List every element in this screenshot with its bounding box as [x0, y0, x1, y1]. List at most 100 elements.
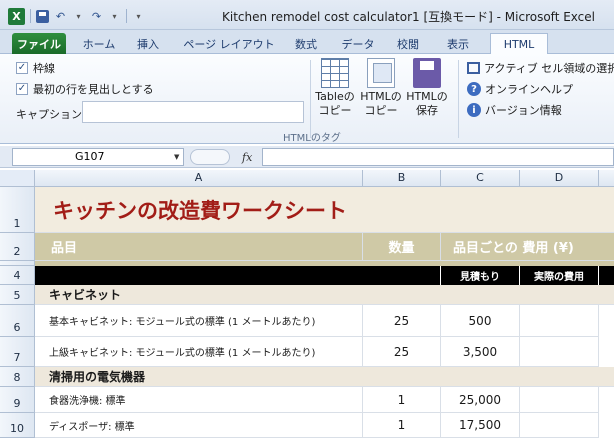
tab-data[interactable]: データ [336, 33, 380, 54]
formula-input[interactable] [262, 148, 614, 166]
excel-logo-icon[interactable]: X [8, 7, 25, 25]
redo-icon[interactable]: ↷ [90, 10, 103, 23]
select-all-corner[interactable] [0, 170, 35, 187]
table-icon [321, 58, 349, 88]
actual-cell[interactable] [520, 413, 599, 438]
item-cell[interactable]: 上級キャビネット: モジュール式の標準 (1 メートルあたり) [35, 337, 363, 367]
group-separator [310, 60, 311, 138]
tab-home[interactable]: ホーム [78, 33, 120, 54]
select-region-icon [467, 62, 480, 74]
subheader-estimate[interactable]: 見積もり [441, 266, 520, 285]
sheet-row-1: キッチンの改造費ワークシート [35, 187, 614, 233]
sheet-title[interactable]: キッチンの改造費ワークシート [35, 187, 614, 233]
ribbon-panel: ✓ 枠線 ✓ 最初の行を見出しとする キャプション : Tableの コピー H… [0, 54, 614, 144]
tab-view[interactable]: 表示 [440, 33, 476, 54]
formula-buttons: fx [186, 148, 258, 166]
select-active-region-label: アクティブ セル領域の選択 [484, 62, 614, 75]
actual-cell[interactable] [520, 305, 599, 337]
item-cell[interactable]: 基本キャビネット: モジュール式の標準 (1 メートルあたり) [35, 305, 363, 337]
customize-qat-icon[interactable]: ▾ [132, 10, 145, 23]
quantity-cell[interactable]: 1 [363, 387, 441, 413]
save-icon[interactable] [36, 9, 49, 23]
estimate-cell[interactable]: 500 [441, 305, 520, 337]
column-header-a[interactable]: A [35, 170, 363, 187]
formula-cancel-enter-oval[interactable] [190, 149, 230, 165]
actual-cell[interactable] [520, 387, 599, 413]
formula-bar: G107 ▼ fx [0, 146, 614, 168]
online-help-button[interactable]: ? オンラインヘルプ [467, 81, 573, 97]
header-item[interactable]: 品目 [35, 233, 363, 261]
blank-cell[interactable] [363, 266, 441, 285]
tab-file[interactable]: ファイル [12, 33, 66, 54]
version-info-label: バージョン情報 [485, 104, 562, 117]
copy-html-button[interactable]: HTMLの コピー [359, 58, 403, 118]
undo-icon[interactable]: ↶ [54, 10, 67, 23]
estimate-cell[interactable]: 3,500 [441, 337, 520, 367]
undo-dropdown-icon[interactable]: ▾ [72, 10, 85, 23]
sheet-row-5: キャビネット [35, 285, 614, 305]
row-header[interactable]: 2 [0, 233, 35, 261]
item-cell[interactable]: 食器洗浄機: 標準 [35, 387, 363, 413]
quantity-cell[interactable]: 1 [363, 413, 441, 438]
sheet-row-6: 基本キャビネット: モジュール式の標準 (1 メートルあたり) 25 500 [35, 305, 614, 337]
quantity-cell[interactable]: 25 [363, 337, 441, 367]
qat-separator [126, 9, 127, 23]
row-header[interactable]: 10 [0, 413, 35, 438]
column-header-d[interactable]: D [520, 170, 599, 187]
sheet-row-10: ディスポーザ: 標準 1 17,500 [35, 413, 614, 438]
copy-html-label-1: HTMLの [360, 90, 402, 103]
row-header[interactable]: 1 [0, 187, 35, 233]
save-html-label-1: HTMLの [406, 90, 448, 103]
first-row-header-label: 最初の行を見出しとする [33, 83, 154, 96]
row-header[interactable]: 4 [0, 266, 35, 285]
tab-insert[interactable]: 挿入 [130, 33, 166, 54]
row-header[interactable]: 8 [0, 367, 35, 387]
subheader-actual[interactable]: 実際の費用 [520, 266, 599, 285]
gridlines-checkbox-row[interactable]: ✓ 枠線 [16, 60, 55, 76]
gridlines-checkbox[interactable]: ✓ [16, 62, 28, 74]
estimate-cell[interactable]: 25,000 [441, 387, 520, 413]
save-html-button[interactable]: HTMLの 保存 [405, 58, 449, 118]
html-document-icon [367, 58, 395, 88]
header-quantity[interactable]: 数量 [363, 233, 441, 261]
row-header[interactable]: 7 [0, 337, 35, 367]
column-header-c[interactable]: C [441, 170, 520, 187]
column-header-e-partial[interactable] [599, 170, 614, 187]
name-box-dropdown-icon[interactable]: ▼ [174, 153, 179, 161]
version-info-button[interactable]: i バージョン情報 [467, 102, 562, 118]
row-header[interactable]: 5 [0, 285, 35, 305]
blank-cell[interactable] [35, 266, 363, 285]
copy-table-button[interactable]: Tableの コピー [313, 58, 357, 118]
actual-cell[interactable] [520, 337, 599, 367]
column-header-b[interactable]: B [363, 170, 441, 187]
row-header[interactable]: 6 [0, 305, 35, 337]
save-disk-icon [413, 58, 441, 88]
insert-function-icon[interactable]: fx [242, 151, 252, 164]
ribbon-tabs: ファイル ホーム 挿入 ページ レイアウト 数式 データ 校閲 表示 HTML [0, 30, 614, 55]
tab-formulas[interactable]: 数式 [288, 33, 324, 54]
copy-table-label-2: コピー [318, 104, 352, 117]
quantity-cell[interactable]: 25 [363, 305, 441, 337]
redo-dropdown-icon[interactable]: ▾ [108, 10, 121, 23]
tab-html[interactable]: HTML [490, 33, 548, 55]
first-row-header-checkbox-row[interactable]: ✓ 最初の行を見出しとする [16, 81, 154, 97]
row-header[interactable]: 9 [0, 387, 35, 413]
select-active-region-button[interactable]: アクティブ セル領域の選択 [467, 60, 614, 76]
tab-page-layout[interactable]: ページ レイアウト [178, 33, 280, 54]
info-icon: i [467, 103, 481, 117]
caption-input[interactable] [82, 101, 304, 123]
tab-review[interactable]: 校閲 [390, 33, 426, 54]
estimate-cell[interactable]: 17,500 [441, 413, 520, 438]
group-separator [458, 60, 459, 138]
copy-table-label-1: Tableの [315, 90, 355, 103]
section-appliances[interactable]: 清掃用の電気機器 [35, 367, 614, 387]
header-cost[interactable]: 品目ごとの 費用 (¥) [441, 233, 614, 261]
name-box[interactable]: G107 [12, 148, 184, 166]
sheet-row-2: 品目 数量 品目ごとの 費用 (¥) [35, 233, 614, 261]
section-cabinets[interactable]: キャビネット [35, 285, 614, 305]
item-cell[interactable]: ディスポーザ: 標準 [35, 413, 363, 438]
first-row-header-checkbox[interactable]: ✓ [16, 83, 28, 95]
gridlines-label: 枠線 [33, 62, 55, 75]
worksheet: A B C D 1 2 4 5 6 7 8 9 10 キッチンの改造費ワークシー… [0, 170, 614, 438]
caption-label: キャプション : [16, 108, 90, 121]
